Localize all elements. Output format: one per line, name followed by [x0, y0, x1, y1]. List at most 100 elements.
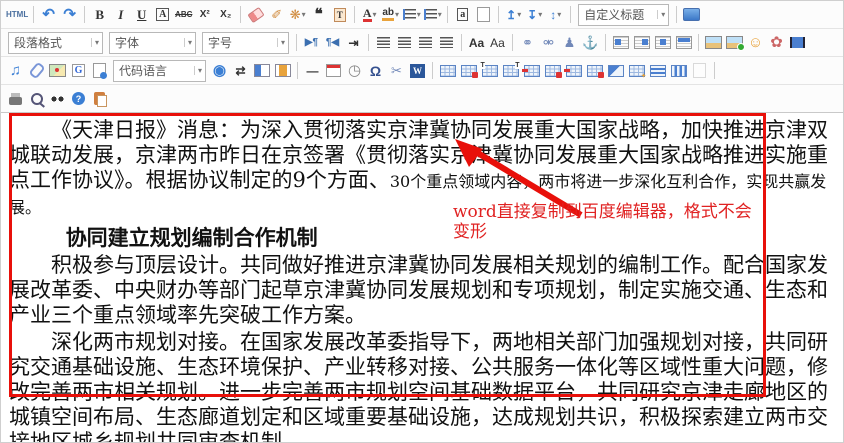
- font-border-button[interactable]: A: [152, 4, 173, 26]
- toolbar-separator: [368, 34, 369, 51]
- delete-col-icon[interactable]: [584, 60, 605, 82]
- align-justify-button[interactable]: [436, 32, 457, 54]
- unordered-list-button[interactable]: ▾: [422, 4, 443, 26]
- bold-button[interactable]: B: [89, 4, 110, 26]
- chevron-down-icon: ▾: [438, 10, 442, 19]
- clear-doc-icon[interactable]: [473, 4, 494, 26]
- image-center-icon[interactable]: [652, 32, 673, 54]
- paste-text-icon[interactable]: T: [329, 4, 350, 26]
- palette-icon[interactable]: ✿: [766, 32, 787, 54]
- chevron-down-icon: ▾: [91, 38, 102, 47]
- format-painter-icon[interactable]: ✐: [266, 4, 287, 26]
- insert-row-icon[interactable]: [521, 60, 542, 82]
- editor-content[interactable]: 《天津日报》消息：为深入贯彻落实京津冀协同发展重大国家战略，加快推进京津双城联动…: [1, 113, 843, 443]
- help-icon[interactable]: ?: [68, 88, 89, 110]
- template-icon[interactable]: [251, 60, 272, 82]
- music-icon[interactable]: ♫: [5, 60, 26, 82]
- search-replace-icon[interactable]: [47, 88, 68, 110]
- print-icon[interactable]: [5, 88, 26, 110]
- align-center-button[interactable]: [394, 32, 415, 54]
- auto-typeset-icon[interactable]: ❋▾: [287, 4, 308, 26]
- table-title-col-icon[interactable]: [500, 60, 521, 82]
- align-left-button[interactable]: [373, 32, 394, 54]
- image-float-right-icon[interactable]: [631, 32, 652, 54]
- ordered-list-button[interactable]: ▾: [401, 4, 422, 26]
- code-language-select[interactable]: 代码语言▾: [113, 60, 206, 82]
- indent-rtl-icon[interactable]: ¶◀: [322, 32, 343, 54]
- background-icon[interactable]: [272, 60, 293, 82]
- map-icon[interactable]: [47, 60, 68, 82]
- highlight-color-button[interactable]: ab▾: [380, 4, 401, 26]
- italic-button[interactable]: I: [110, 4, 131, 26]
- split-rows-icon[interactable]: [647, 60, 668, 82]
- undo-button: ↶: [42, 7, 55, 22]
- iframe-icon[interactable]: [89, 60, 110, 82]
- align-right-button[interactable]: [415, 32, 436, 54]
- video-icon[interactable]: [787, 32, 808, 54]
- spacing-bottom-button[interactable]: ↧▾: [524, 4, 545, 26]
- redo-button[interactable]: ↷: [59, 4, 80, 26]
- lowercase-button: Aa: [490, 37, 505, 49]
- disabled-page-icon[interactable]: [689, 60, 710, 82]
- line-height-button: ↕: [550, 9, 556, 21]
- insert-code-icon[interactable]: ◉: [209, 60, 230, 82]
- image-float-left-icon[interactable]: [610, 32, 631, 54]
- special-char-button[interactable]: Ω: [365, 60, 386, 82]
- time-icon[interactable]: ◷: [344, 60, 365, 82]
- undo-button[interactable]: ↶: [38, 4, 59, 26]
- unlink-icon[interactable]: ⚮: [538, 32, 559, 54]
- paragraph-format-select[interactable]: 段落格式▾: [8, 32, 103, 54]
- strikethrough-button[interactable]: ABC: [173, 4, 194, 26]
- link-icon[interactable]: ⚭: [517, 32, 538, 54]
- spacing-top-button[interactable]: ↥▾: [503, 4, 524, 26]
- indent-icon[interactable]: ⇥: [343, 32, 364, 54]
- blockquote-icon[interactable]: ❝: [308, 4, 329, 26]
- auto-typeset-icon: ❋: [290, 8, 301, 21]
- insert-col-icon[interactable]: [563, 60, 584, 82]
- word-import-icon[interactable]: W: [407, 60, 428, 82]
- toolbar-separator: [354, 6, 355, 23]
- insert-image-icon[interactable]: [703, 32, 724, 54]
- lowercase-a-button[interactable]: a: [452, 4, 473, 26]
- font-family-select[interactable]: 字体▾: [109, 32, 196, 54]
- subscript-button[interactable]: X₂: [215, 4, 236, 26]
- lowercase-button[interactable]: Aa: [487, 32, 508, 54]
- preview-icon[interactable]: [26, 88, 47, 110]
- attachment-icon[interactable]: [26, 60, 47, 82]
- superscript-button[interactable]: X²: [194, 4, 215, 26]
- time-icon: ◷: [348, 63, 361, 78]
- font-color-button[interactable]: A▾: [359, 4, 380, 26]
- page-break-icon[interactable]: ⇄: [230, 60, 251, 82]
- uppercase-button[interactable]: Aa: [466, 32, 487, 54]
- chevron-down-icon: ▾: [657, 10, 668, 19]
- paste-icon[interactable]: [89, 88, 110, 110]
- html-source-button[interactable]: HTML: [5, 4, 29, 26]
- emotion-icon[interactable]: ☺: [745, 32, 766, 54]
- fullscreen-icon[interactable]: [681, 4, 702, 26]
- gmap-icon[interactable]: G: [68, 60, 89, 82]
- horizontal-rule-button[interactable]: —: [302, 60, 323, 82]
- merge-cells-icon[interactable]: [605, 60, 626, 82]
- multi-image-icon[interactable]: [724, 32, 745, 54]
- screenshot-icon[interactable]: ✂: [386, 60, 407, 82]
- insert-table-icon[interactable]: [437, 60, 458, 82]
- delete-row-icon[interactable]: [542, 60, 563, 82]
- underline-button[interactable]: U: [131, 4, 152, 26]
- custom-title-select[interactable]: 自定义标题▾: [578, 4, 669, 26]
- line-height-button[interactable]: ↕▾: [545, 4, 566, 26]
- date-icon[interactable]: [323, 60, 344, 82]
- split-cols-icon[interactable]: [668, 60, 689, 82]
- split-cells-icon[interactable]: [626, 60, 647, 82]
- horizontal-rule-button: —: [307, 65, 319, 77]
- font-size-select[interactable]: 字号▾: [202, 32, 289, 54]
- eraser-icon[interactable]: [245, 4, 266, 26]
- background-icon: [275, 64, 291, 77]
- toolbar-separator: [447, 6, 448, 23]
- delete-table-icon[interactable]: [458, 60, 479, 82]
- anchor-icon[interactable]: ⚓: [580, 32, 601, 54]
- table-title-row-icon[interactable]: [479, 60, 500, 82]
- special-char-button: Ω: [370, 64, 381, 78]
- image-block-icon[interactable]: [673, 32, 694, 54]
- indent-ltr-icon[interactable]: ▶¶: [301, 32, 322, 54]
- person-icon[interactable]: ♟: [559, 32, 580, 54]
